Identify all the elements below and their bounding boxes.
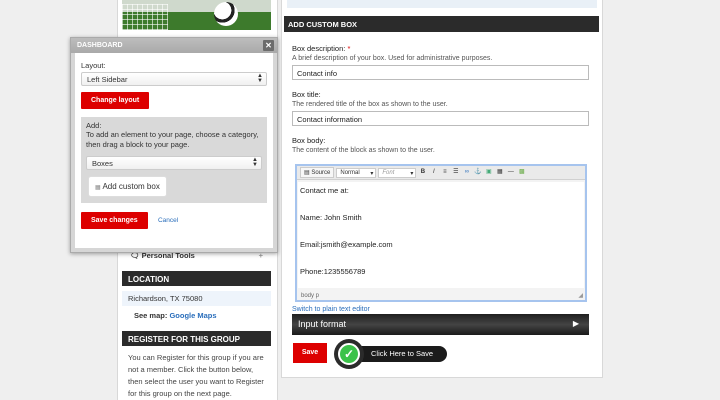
dropdown-icon: ▾ (410, 170, 414, 177)
dashboard-header[interactable]: DASHBOARD ✕ (71, 38, 277, 53)
numbered-list-icon[interactable]: ≡ (440, 168, 449, 177)
category-select[interactable]: Boxes ▲ ▼ (86, 156, 262, 170)
add-custom-box-block[interactable]: ▦ Add custom box (88, 176, 167, 197)
see-map-row: See map: Google Maps (134, 311, 217, 320)
google-maps-link[interactable]: Google Maps (169, 311, 216, 320)
cancel-link[interactable]: Cancel (158, 217, 178, 224)
add-label: Add: (86, 121, 102, 130)
box-body-help: The content of the block as shown to the… (292, 147, 435, 154)
expand-arrow-icon: ▶ (572, 319, 579, 328)
box-title-label: Box title: (292, 90, 321, 99)
layout-select[interactable]: Left Sidebar ▲ ▼ (81, 72, 267, 86)
link-icon[interactable]: ∞ (462, 168, 471, 177)
soccer-ball-icon (214, 2, 238, 26)
dashboard-panel: DASHBOARD ✕ Layout: Left Sidebar ▲ ▼ Chan… (70, 37, 278, 253)
image-icon[interactable]: ▣ (484, 168, 493, 177)
desc-label: Box description: * (292, 44, 351, 53)
description-input[interactable]: Contact info (292, 65, 589, 80)
location-block: LOCATION Richardson, TX 75080 See map: G… (122, 271, 271, 325)
bullet-list-icon[interactable]: ☰ (451, 168, 460, 177)
location-title: LOCATION (122, 271, 271, 286)
register-title: REGISTER FOR THIS GROUP (122, 331, 271, 346)
save-button[interactable]: Save (293, 343, 327, 363)
select-arrows-icon: ▲ ▼ (252, 157, 258, 168)
drag-handle-icon: ▦ (95, 185, 101, 191)
editor-line: Phone:1235556789 (300, 267, 366, 276)
form-title: ADD CUSTOM BOX (284, 16, 599, 32)
custom-box-form: Box description: * A brief description o… (292, 40, 592, 154)
save-changes-button[interactable]: Save changes (81, 212, 148, 229)
source-button[interactable]: ▤ Source (300, 167, 335, 178)
layout-label: Layout: (81, 61, 106, 70)
anchor-icon[interactable]: ⚓ (473, 168, 482, 177)
format-select[interactable]: Normal ▾ (336, 167, 377, 178)
close-icon[interactable]: ✕ (263, 40, 274, 51)
table-icon[interactable]: ▦ (495, 168, 504, 177)
editor-toolbar: ▤ Source Normal ▾ Font ▾ B I ≡ ☰ ∞ ⚓ ▣ ▦… (297, 166, 585, 180)
input-format-toggle[interactable]: Input format ▶ (292, 314, 589, 335)
box-title-help: The rendered title of the box as shown t… (292, 101, 448, 108)
top-info-bar (287, 0, 597, 8)
dashboard-title: DASHBOARD (77, 42, 123, 49)
add-section: Add: To add an element to your page, cho… (81, 117, 267, 203)
font-select[interactable]: Font ▾ (378, 167, 417, 178)
add-help-text: To add an element to your page, choose a… (86, 130, 259, 149)
register-text: You can Register for this group if you a… (128, 353, 264, 398)
resize-handle-icon[interactable]: ◢ (578, 292, 583, 299)
location-address: Richardson, TX 75080 (122, 291, 271, 306)
media-icon[interactable]: ▩ (517, 168, 526, 177)
box-body-label: Box body: (292, 136, 326, 145)
editor-line: Email:jsmith@example.com (300, 240, 393, 249)
bold-icon[interactable]: B (418, 168, 427, 177)
dropdown-icon: ▾ (370, 170, 374, 177)
required-marker: * (347, 44, 351, 53)
select-arrows-icon: ▲ ▼ (257, 73, 263, 84)
desc-help: A brief description of your box. Used fo… (292, 55, 493, 62)
horizontal-rule-icon[interactable]: — (506, 168, 515, 177)
plain-text-editor-link[interactable]: Switch to plain text editor (292, 306, 370, 313)
register-block: REGISTER FOR THIS GROUP You can Register… (122, 331, 271, 400)
editor-line: Name: John Smith (300, 213, 362, 222)
soccer-net (122, 4, 168, 30)
change-layout-button[interactable]: Change layout (81, 92, 150, 109)
group-header-image (122, 0, 271, 30)
editor-content[interactable]: Contact me at: Name: John Smith Email:js… (298, 182, 584, 288)
editor-path: body p (301, 293, 320, 299)
source-icon: ▤ (304, 170, 310, 176)
rich-text-editor[interactable]: ▤ Source Normal ▾ Font ▾ B I ≡ ☰ ∞ ⚓ ▣ ▦… (295, 164, 587, 302)
box-title-input[interactable]: Contact information (292, 111, 589, 126)
italic-icon[interactable]: I (429, 168, 438, 177)
editor-line: Contact me at: (300, 186, 349, 195)
check-icon: ✓ (338, 343, 360, 365)
checkmark-badge: ✓ (334, 339, 364, 369)
dashboard-body: Layout: Left Sidebar ▲ ▼ Change layout Ad… (75, 53, 273, 248)
